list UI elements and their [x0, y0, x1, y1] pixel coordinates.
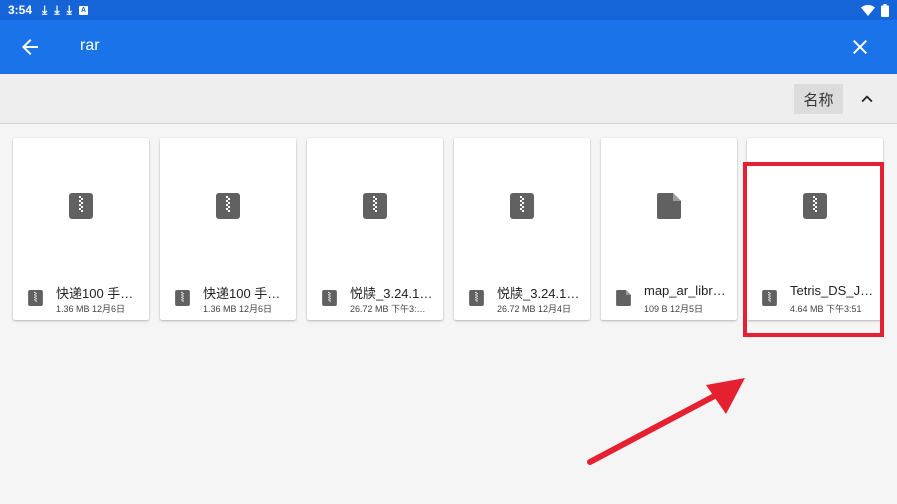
- search-input[interactable]: [80, 37, 780, 55]
- annotation-arrow: [587, 378, 745, 465]
- archive-icon: [469, 290, 484, 306]
- arrow-back-icon[interactable]: [18, 35, 42, 59]
- file-card[interactable]: 快递100 手… 1.36 MB 12月6日: [13, 138, 149, 320]
- file-meta: 快递100 手… 1.36 MB 12月6日: [160, 280, 296, 320]
- archive-icon: [322, 290, 337, 306]
- archive-icon: [762, 290, 777, 306]
- chevron-up-icon[interactable]: [856, 88, 878, 110]
- archive-icon: [28, 290, 43, 306]
- download-icon: ⤓: [66, 3, 72, 17]
- file-details: 4.64 MB 下午3:51: [790, 304, 862, 314]
- file-name: Tetris_DS_J…: [790, 283, 874, 298]
- search-app-bar: [0, 20, 897, 74]
- file-meta: 快递100 手… 1.36 MB 12月6日: [13, 280, 149, 320]
- archive-icon: [803, 193, 827, 219]
- file-grid: 快递100 手… 1.36 MB 12月6日 快递100 手… 1.36 MB …: [0, 138, 897, 323]
- sort-by-name-button[interactable]: 名称: [794, 84, 843, 114]
- file-details: 109 B 12月5日: [644, 304, 704, 314]
- archive-icon: [510, 193, 534, 219]
- file-icon: [616, 290, 631, 306]
- file-name: 快递100 手…: [203, 286, 281, 301]
- battery-icon: [881, 3, 889, 17]
- file-details: 1.36 MB 12月6日: [56, 304, 126, 314]
- file-name: map_ar_libr…: [644, 283, 726, 298]
- system-icons: [861, 3, 889, 17]
- close-icon[interactable]: [848, 35, 872, 59]
- archive-icon: [363, 193, 387, 219]
- archive-icon: [175, 290, 190, 306]
- file-card[interactable]: map_ar_libr… 109 B 12月5日: [601, 138, 737, 320]
- archive-icon: [69, 193, 93, 219]
- wifi-icon: [861, 4, 875, 16]
- file-card[interactable]: 悦牍_3.24.1… 26.72 MB 下午3:…: [307, 138, 443, 320]
- file-card[interactable]: 快递100 手… 1.36 MB 12月6日: [160, 138, 296, 320]
- file-icon: [657, 193, 681, 219]
- sort-bar: 名称: [0, 74, 897, 124]
- file-card[interactable]: Tetris_DS_J… 4.64 MB 下午3:51: [747, 138, 883, 320]
- archive-icon: [216, 193, 240, 219]
- file-meta: map_ar_libr… 109 B 12月5日: [601, 280, 737, 320]
- file-meta: 悦牍_3.24.1… 26.72 MB 下午3:…: [307, 280, 443, 320]
- status-bar: 3:54 ⤓ ⤓ ⤓ A: [0, 0, 897, 20]
- file-name: 悦牍_3.24.1…: [350, 286, 433, 301]
- file-name: 悦牍_3.24.1…: [497, 286, 580, 301]
- file-meta: 悦牍_3.24.1… 26.72 MB 12月4日: [454, 280, 590, 320]
- app-notification-icon: A: [78, 5, 88, 15]
- file-meta: Tetris_DS_J… 4.64 MB 下午3:51: [747, 280, 883, 320]
- file-name: 快递100 手…: [56, 286, 134, 301]
- file-card[interactable]: 悦牍_3.24.1… 26.72 MB 12月4日: [454, 138, 590, 320]
- file-details: 1.36 MB 12月6日: [203, 304, 273, 314]
- notification-icons: ⤓ ⤓ ⤓ A: [42, 4, 88, 16]
- file-details: 26.72 MB 下午3:…: [350, 304, 426, 314]
- download-icon: ⤓: [54, 3, 60, 17]
- file-details: 26.72 MB 12月4日: [497, 304, 572, 314]
- download-icon: ⤓: [42, 3, 48, 17]
- status-time: 3:54: [8, 3, 33, 17]
